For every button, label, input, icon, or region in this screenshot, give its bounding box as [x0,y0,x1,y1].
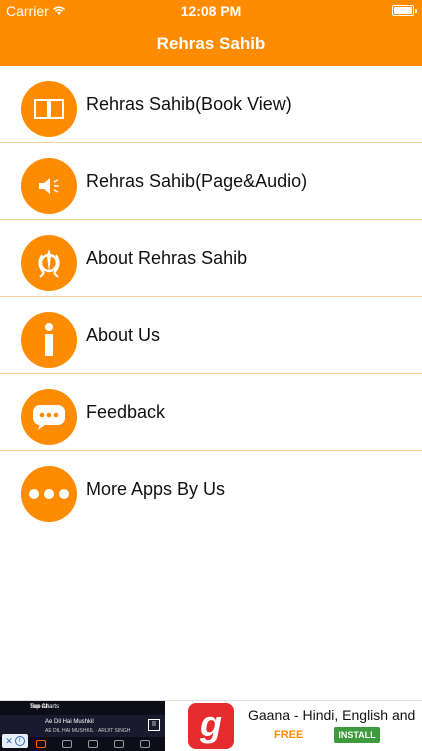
menu-item-more-apps[interactable]: More Apps By Us [0,451,422,527]
adchoices-icon[interactable]: ✕ i [2,734,28,748]
ad-thumb-artist: AE DIL HAI MUSHKIL · ARIJIT SINGH [45,728,131,734]
battery-icon [392,5,417,16]
chat-bubble-icon [21,389,77,445]
menu-item-about-rehras-sahib[interactable]: About Rehras Sahib [0,220,422,297]
menu-item-book-view[interactable]: Rehras Sahib(Book View) [0,66,422,143]
book-icon [21,81,77,137]
menu-item-label: Feedback [86,402,166,422]
menu-item-label: Rehras Sahib(Page&Audio) [86,171,308,191]
page-title: Rehras Sahib [156,34,266,53]
menu-item-label: About Us [86,325,161,345]
menu-item-label: Rehras Sahib(Book View) [86,94,292,114]
menu-item-page-audio[interactable]: Rehras Sahib(Page&Audio) [0,143,422,220]
info-icon [21,312,77,368]
ad-thumb-see-all: See All [30,704,49,710]
speaker-icon [21,158,77,214]
pause-icon: II [148,719,160,731]
menu-item-about-us[interactable]: About Us [0,297,422,374]
khanda-icon [21,235,77,291]
status-bar: Carrier 12:08 PM [0,0,422,22]
status-time: 12:08 PM [180,3,242,19]
ad-thumb-song: Ae Dil Hai Mushkil [45,719,94,725]
ad-price: FREE [274,729,304,741]
menu-item-label: More Apps By Us [86,479,226,499]
ad-app-title: Gaana - Hindi, English and ... [248,707,418,723]
menu-item-label: About Rehras Sahib [86,248,248,268]
menu-item-feedback[interactable]: Feedback [0,374,422,451]
menu-list: Rehras Sahib(Book View) Rehras Sahib(Pag… [0,66,422,527]
more-dots-icon [21,466,77,522]
install-button[interactable]: INSTALL [334,727,380,743]
app-header: Carrier 12:08 PM Rehras Sahib [0,0,422,66]
gaana-logo-icon: g [188,703,234,749]
ad-banner[interactable]: Top Charts See All Ae Dil Hai Mushkil AE … [0,700,422,751]
